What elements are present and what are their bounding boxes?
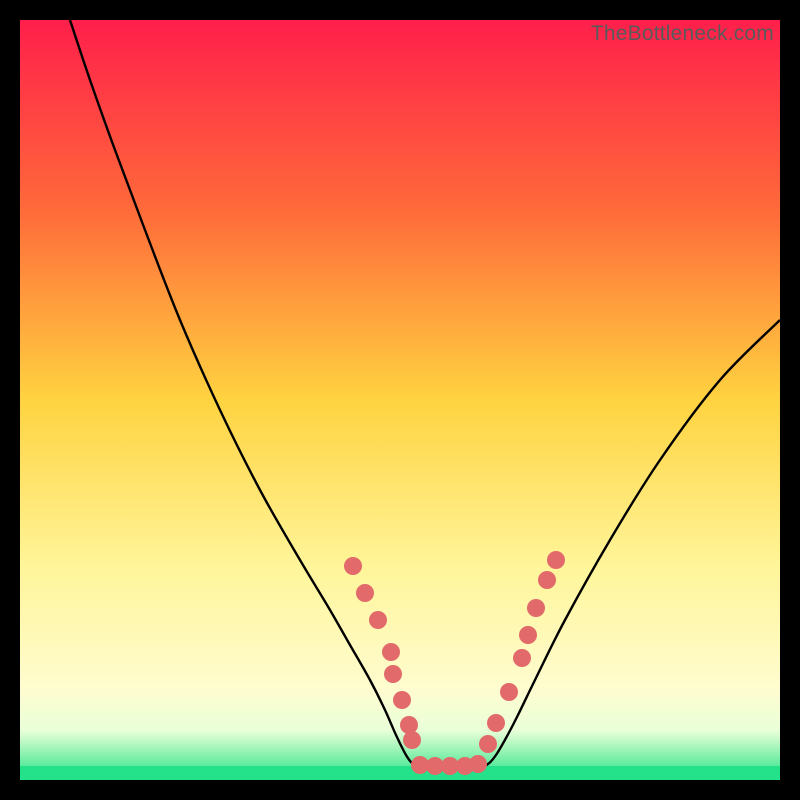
data-dot bbox=[393, 691, 411, 709]
data-dot bbox=[538, 571, 556, 589]
data-dot bbox=[356, 584, 374, 602]
data-dot bbox=[344, 557, 362, 575]
data-dot bbox=[527, 599, 545, 617]
bottleneck-curve-chart bbox=[20, 20, 780, 780]
bottom-green-band bbox=[20, 766, 780, 780]
data-dot bbox=[400, 716, 418, 734]
data-dot bbox=[403, 731, 421, 749]
watermark-text: TheBottleneck.com bbox=[591, 22, 774, 46]
data-dot bbox=[369, 611, 387, 629]
data-dot bbox=[384, 665, 402, 683]
data-dot bbox=[487, 714, 505, 732]
data-dot bbox=[382, 643, 400, 661]
gradient-background bbox=[20, 20, 780, 780]
data-dot bbox=[513, 649, 531, 667]
chart-frame: TheBottleneck.com bbox=[20, 20, 780, 780]
data-dot bbox=[479, 735, 497, 753]
data-dot bbox=[547, 551, 565, 569]
data-dot bbox=[500, 683, 518, 701]
data-dot bbox=[519, 626, 537, 644]
data-dot bbox=[469, 755, 487, 773]
